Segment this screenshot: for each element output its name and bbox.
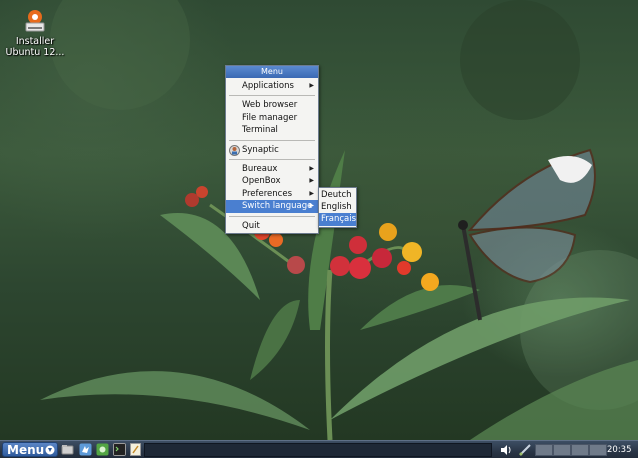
menu-item-label: Web browser (242, 100, 298, 111)
installer-label: Installer Ubuntu 12... (5, 36, 65, 58)
menu-item-openbox[interactable]: OpenBox ▶ (226, 175, 318, 187)
menu-button-label: Menu (7, 443, 45, 457)
menu-item-applications[interactable]: Applications ▶ (226, 80, 318, 92)
menu-item-bureaux[interactable]: Bureaux ▶ (226, 163, 318, 175)
main-menu: Menu Applications ▶ Web browser File man… (225, 65, 319, 234)
menu-item-label: File manager (242, 112, 298, 123)
volume-icon[interactable] (499, 443, 513, 457)
menu-item-preferences[interactable]: Preferences ▶ (226, 188, 318, 200)
menu-item-label: Terminal (242, 125, 278, 136)
submenu-arrow-icon: ▶ (309, 164, 314, 172)
menu-button[interactable]: Menu (2, 442, 58, 457)
synaptic-icon (229, 144, 240, 156)
menu-item-label: Synaptic (242, 144, 279, 155)
submenu-arrow-icon: ▶ (309, 82, 314, 89)
web-browser-icon[interactable] (79, 443, 92, 456)
menu-item-label: Quit (242, 220, 260, 231)
menu-item-label: Applications (242, 81, 294, 91)
menu-item-switch-language[interactable]: Switch language ▶ (226, 200, 318, 213)
menu-item-file-manager[interactable]: File manager (226, 112, 318, 124)
menu-item-label: Preferences (242, 188, 292, 199)
menu-item-web-browser[interactable]: Web browser (226, 99, 318, 111)
terminal-icon[interactable] (113, 443, 126, 456)
language-item-deutch[interactable]: Deutch (319, 189, 356, 201)
menu-separator (229, 215, 315, 217)
clock[interactable]: 20:35 (607, 441, 632, 458)
workspace-pager-4[interactable] (589, 444, 607, 456)
submenu-arrow-icon: ▶ (309, 177, 314, 185)
workspace-pager-3[interactable] (571, 444, 589, 456)
workspace-pager-1[interactable] (535, 444, 553, 456)
menu-item-quit[interactable]: Quit (226, 220, 318, 232)
workspace-pager-2[interactable] (553, 444, 571, 456)
submenu-arrow-icon: ▶ (309, 202, 314, 210)
menu-title: Menu (226, 66, 318, 78)
distro-logo-icon (45, 445, 55, 455)
task-list-area[interactable] (144, 443, 492, 457)
menu-separator (229, 95, 315, 97)
taskbar: Menu 20:35 (0, 440, 638, 458)
file-manager-icon[interactable] (61, 443, 74, 456)
text-editor-icon[interactable] (129, 443, 142, 456)
installer-icon (25, 10, 45, 32)
menu-separator (229, 158, 315, 160)
language-item-english[interactable]: English (319, 201, 356, 213)
submenu-arrow-icon: ▶ (309, 189, 314, 197)
menu-item-synaptic[interactable]: Synaptic (226, 144, 318, 156)
menu-item-terminal[interactable]: Terminal (226, 124, 318, 136)
network-icon[interactable] (518, 443, 532, 457)
menu-separator (229, 139, 315, 141)
language-item-francais[interactable]: Français (319, 213, 356, 226)
language-submenu: Deutch English Français (318, 187, 357, 228)
software-center-icon[interactable] (96, 443, 109, 456)
menu-item-label: Switch language (242, 201, 313, 212)
menu-item-label: OpenBox (242, 176, 281, 187)
installer-desktop-icon[interactable]: Installer Ubuntu 12... (2, 6, 68, 58)
menu-item-label: Bureaux (242, 163, 278, 174)
